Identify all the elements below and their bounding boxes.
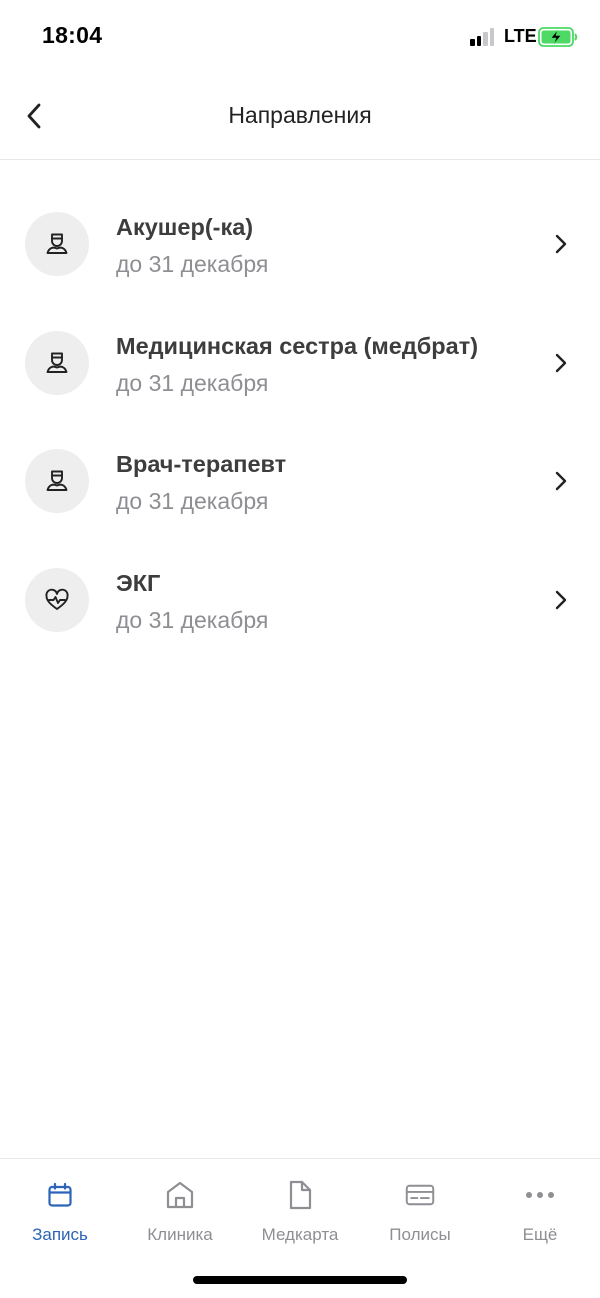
- referrals-list: Акушер(-ка) до 31 декабря Медицинская се…: [0, 160, 600, 660]
- card-icon: [405, 1179, 435, 1211]
- page-title: Направления: [228, 102, 372, 128]
- tab-label: Ещё: [522, 1225, 558, 1244]
- battery-charging-icon: [538, 27, 578, 47]
- home-indicator[interactable]: [193, 1276, 407, 1284]
- doctor-icon: [25, 212, 89, 276]
- network-type: LTE: [504, 26, 537, 46]
- referral-item[interactable]: Медицинская сестра (медбрат) до 31 декаб…: [0, 305, 600, 424]
- calendar-icon: [45, 1179, 75, 1211]
- chevron-right-icon: [550, 351, 572, 375]
- signal-bars-icon: [470, 28, 498, 46]
- navigation-header: Направления: [0, 72, 600, 160]
- chevron-right-icon: [550, 232, 572, 256]
- tab-label: Полисы: [389, 1225, 451, 1244]
- referral-expiry: до 31 декабря: [116, 606, 269, 633]
- referral-expiry: до 31 декабря: [116, 488, 269, 514]
- heart-pulse-icon: [25, 567, 89, 632]
- chevron-right-icon: [550, 469, 572, 493]
- status-bar: 18:04 LTE: [0, 0, 600, 72]
- doctor-icon: [25, 449, 89, 513]
- referral-expiry: до 31 декабря: [116, 251, 269, 277]
- tab-eshche[interactable]: Ещё: [480, 1159, 600, 1259]
- more-icon: [525, 1179, 555, 1211]
- referral-title: Акушер(-ка): [116, 214, 254, 240]
- tab-label: Медкарта: [261, 1225, 339, 1244]
- status-time: 18:04: [42, 22, 103, 48]
- tab-zapis[interactable]: Запись: [0, 1159, 120, 1259]
- chevron-right-icon: [550, 588, 572, 612]
- document-icon: [285, 1179, 315, 1211]
- referral-item[interactable]: ЭКГ до 31 декабря: [0, 542, 600, 661]
- tab-klinika[interactable]: Клиника: [120, 1159, 240, 1259]
- tab-medkarta[interactable]: Медкарта: [240, 1159, 360, 1259]
- referral-item[interactable]: Акушер(-ка) до 31 декабря: [0, 186, 600, 305]
- referral-title: ЭКГ: [116, 569, 161, 596]
- referral-item[interactable]: Врач-терапевт до 31 декабря: [0, 423, 600, 542]
- referral-title: Врач-терапевт: [116, 451, 287, 477]
- tab-label: Запись: [32, 1225, 88, 1244]
- tab-polisy[interactable]: Полисы: [360, 1159, 480, 1259]
- home-icon: [165, 1179, 195, 1211]
- referral-expiry: до 31 декабря: [116, 369, 269, 396]
- tab-label: Клиника: [147, 1225, 213, 1244]
- referral-title: Медицинская сестра (медбрат): [116, 332, 479, 359]
- doctor-icon: [25, 330, 89, 395]
